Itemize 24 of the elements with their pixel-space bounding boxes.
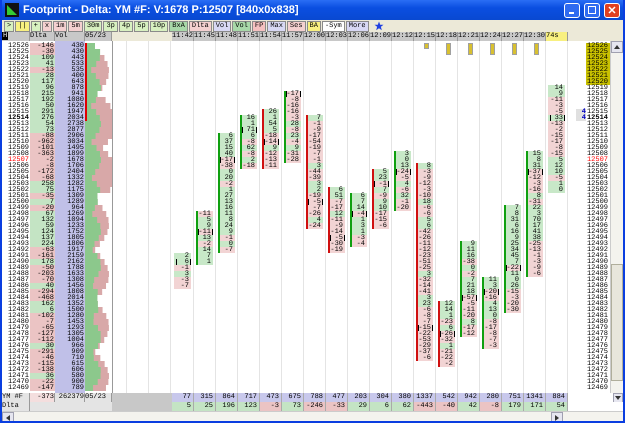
- caret-left-icon: [6, 415, 10, 421]
- maximize-icon: [588, 6, 596, 14]
- app-icon: [5, 3, 19, 17]
- volume-tick-icon: [468, 43, 472, 55]
- caret-down-icon: [615, 396, 621, 400]
- volume-tick-icon: [534, 43, 538, 55]
- close-icon: [608, 6, 616, 14]
- scrollbar-thumb[interactable]: [611, 264, 623, 381]
- volume-tick-icon: [490, 43, 494, 55]
- scroll-right-button[interactable]: [551, 412, 563, 421]
- volume-tick-icon: [512, 43, 516, 55]
- maximize-button[interactable]: [584, 2, 600, 18]
- minimize-button[interactable]: [564, 2, 580, 18]
- close-button[interactable]: [604, 2, 620, 18]
- caret-up-icon: [614, 45, 620, 49]
- totals-bar: [112, 393, 172, 402]
- scroll-left-button[interactable]: [2, 412, 14, 421]
- volume-tick-icon: [424, 43, 428, 49]
- window-title: Footprint - Delta: YM #F: V:1678 P:12507 [840x0x838]: [23, 4, 300, 16]
- caret-right-icon: [555, 415, 559, 421]
- scroll-down-button[interactable]: [613, 393, 623, 403]
- volume-tick-icon: [446, 43, 450, 55]
- star-icon[interactable]: [374, 21, 384, 31]
- scroll-up-button[interactable]: [611, 41, 623, 53]
